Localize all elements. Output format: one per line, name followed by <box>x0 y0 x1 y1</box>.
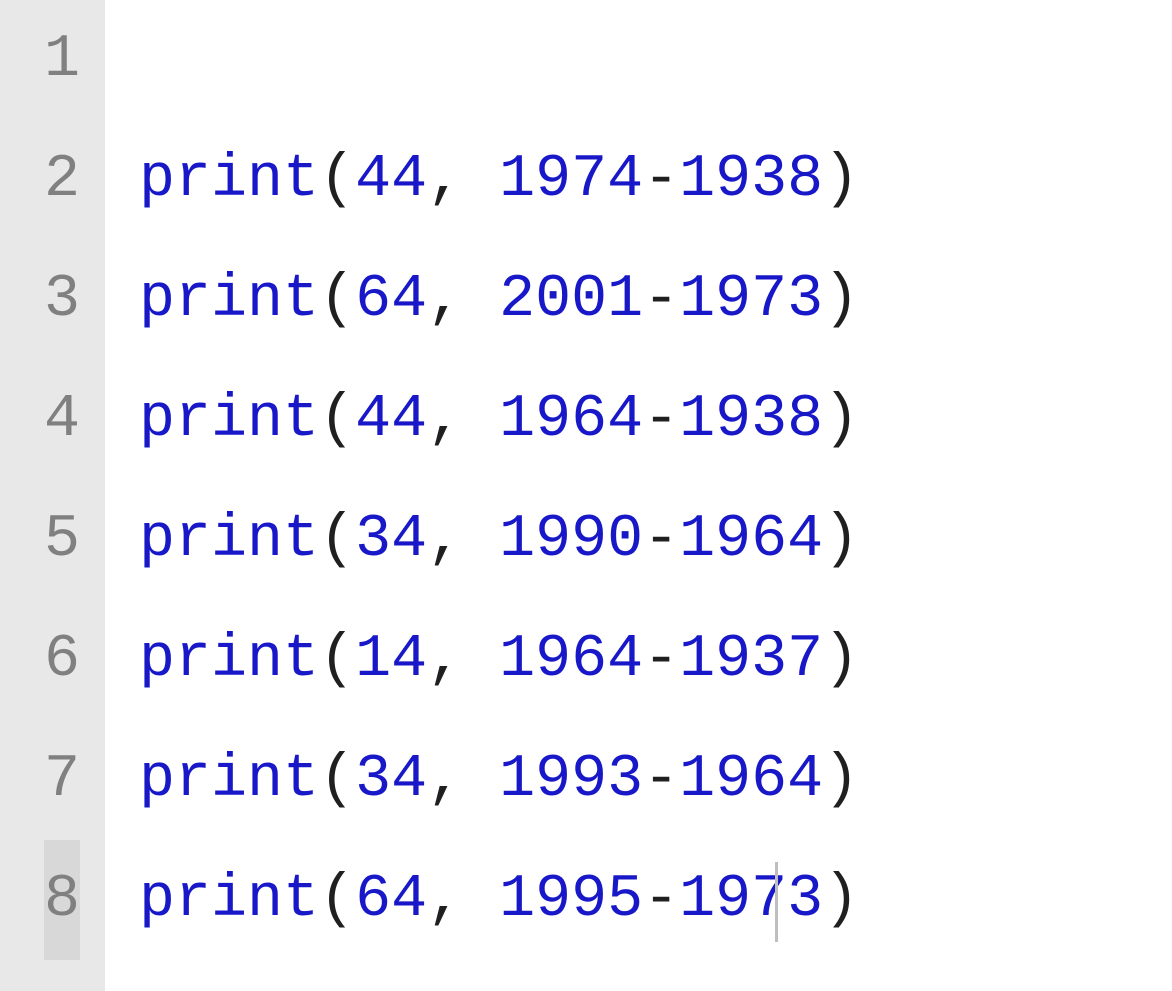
paren-open: ( <box>319 386 355 454</box>
function-call: print <box>139 626 319 694</box>
code-line[interactable]: print(34, 1990-1964) <box>139 480 1172 600</box>
number-literal: 34 <box>355 506 427 574</box>
number-literal: 1993 <box>499 746 643 814</box>
operator-minus: - <box>643 506 679 574</box>
number-literal: 64 <box>355 266 427 334</box>
comma: , <box>427 746 463 814</box>
number-literal: 1964 <box>679 506 823 574</box>
number-literal: 44 <box>355 386 427 454</box>
operator-minus: - <box>643 746 679 814</box>
number-literal: 1974 <box>499 146 643 214</box>
paren-open: ( <box>319 626 355 694</box>
number-literal: 64 <box>355 866 427 934</box>
comma: , <box>427 866 463 934</box>
paren-open: ( <box>319 146 355 214</box>
line-number-gutter: 1 2 3 4 5 6 7 8 <box>0 0 105 991</box>
text-cursor <box>775 862 778 942</box>
operator-minus: - <box>643 626 679 694</box>
number-literal: 1964 <box>679 746 823 814</box>
comma: , <box>427 506 463 574</box>
line-number: 6 <box>44 600 80 720</box>
function-call: print <box>139 146 319 214</box>
paren-close: ) <box>823 266 859 334</box>
space <box>463 266 499 334</box>
comma: , <box>427 146 463 214</box>
code-line[interactable]: print(34, 1993-1964) <box>139 720 1172 840</box>
function-call: print <box>139 386 319 454</box>
space <box>463 386 499 454</box>
space <box>463 146 499 214</box>
line-number: 8 <box>44 840 80 960</box>
space <box>463 866 499 934</box>
line-number: 3 <box>44 240 80 360</box>
code-line[interactable]: print(44, 1964-1938) <box>139 360 1172 480</box>
code-line[interactable]: print(14, 1964-1937) <box>139 600 1172 720</box>
paren-close: ) <box>823 866 859 934</box>
code-line[interactable] <box>139 0 1172 120</box>
number-literal: 14 <box>355 626 427 694</box>
paren-close: ) <box>823 746 859 814</box>
paren-open: ( <box>319 746 355 814</box>
paren-open: ( <box>319 506 355 574</box>
code-line[interactable]: print(64, 2001-1973) <box>139 240 1172 360</box>
operator-minus: - <box>643 146 679 214</box>
line-number: 1 <box>44 0 80 120</box>
function-call: print <box>139 866 319 934</box>
number-literal: 1938 <box>679 146 823 214</box>
paren-close: ) <box>823 626 859 694</box>
line-number: 2 <box>44 120 80 240</box>
paren-open: ( <box>319 266 355 334</box>
line-number: 7 <box>44 720 80 840</box>
function-call: print <box>139 506 319 574</box>
operator-minus: - <box>643 866 679 934</box>
number-literal: 1964 <box>499 386 643 454</box>
paren-open: ( <box>319 866 355 934</box>
comma: , <box>427 626 463 694</box>
code-editor[interactable]: 1 2 3 4 5 6 7 8 print(44, 1974-1938) pri… <box>0 0 1172 991</box>
space <box>463 626 499 694</box>
code-area[interactable]: print(44, 1974-1938) print(64, 2001-1973… <box>105 0 1172 991</box>
number-literal: 1937 <box>679 626 823 694</box>
number-literal: 2001 <box>499 266 643 334</box>
code-line[interactable]: print(64, 1995-1973) <box>139 840 1172 960</box>
operator-minus: - <box>643 266 679 334</box>
number-literal: 1973 <box>679 866 823 934</box>
function-call: print <box>139 266 319 334</box>
number-literal: 1964 <box>499 626 643 694</box>
code-line[interactable]: print(44, 1974-1938) <box>139 120 1172 240</box>
line-number: 5 <box>44 480 80 600</box>
number-literal: 1990 <box>499 506 643 574</box>
number-literal: 44 <box>355 146 427 214</box>
comma: , <box>427 386 463 454</box>
operator-minus: - <box>643 386 679 454</box>
space <box>463 506 499 574</box>
number-literal: 34 <box>355 746 427 814</box>
function-call: print <box>139 746 319 814</box>
comma: , <box>427 266 463 334</box>
number-literal: 1973 <box>679 266 823 334</box>
paren-close: ) <box>823 386 859 454</box>
line-number: 4 <box>44 360 80 480</box>
paren-close: ) <box>823 506 859 574</box>
paren-close: ) <box>823 146 859 214</box>
space <box>463 746 499 814</box>
number-literal: 1995 <box>499 866 643 934</box>
number-literal: 1938 <box>679 386 823 454</box>
